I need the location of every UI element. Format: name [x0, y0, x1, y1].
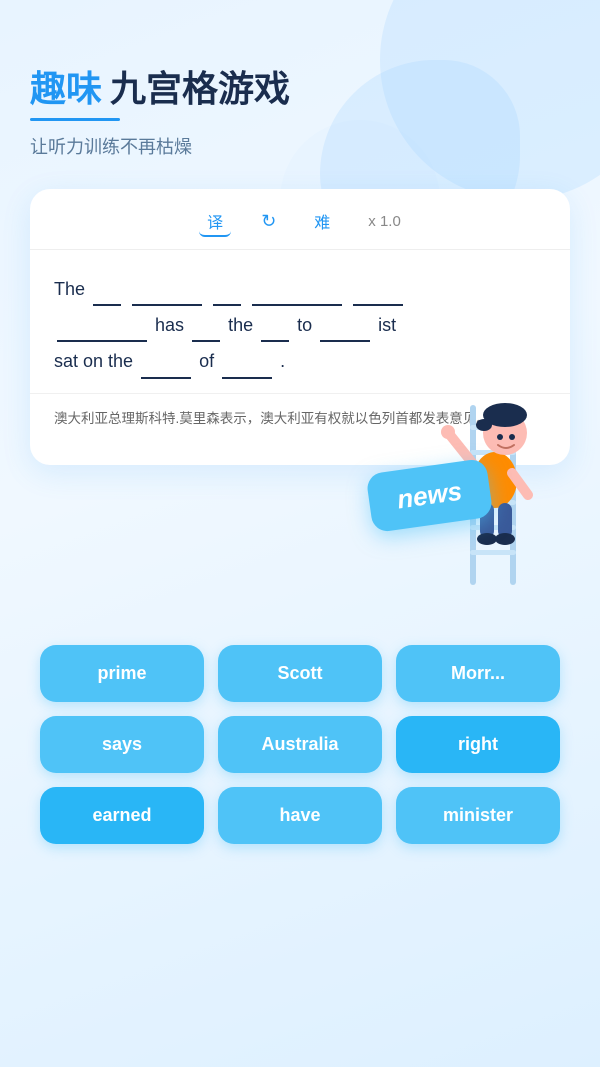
word-button-prime[interactable]: prime: [40, 645, 204, 702]
word-the2: the: [228, 315, 258, 335]
word-button-right[interactable]: right: [396, 716, 560, 773]
blank-8: [261, 306, 289, 342]
subtitle: 让听力训练不再枯燥: [30, 133, 570, 159]
word-of: of: [199, 351, 219, 371]
blank-2: [132, 270, 202, 306]
blank-10: [141, 342, 191, 378]
card-toolbar: 译 ↻ 难 x 1.0: [30, 189, 570, 237]
title-highlight: 趣味: [30, 60, 102, 112]
word-has: has: [155, 315, 189, 335]
translate-button[interactable]: 译: [199, 205, 231, 237]
blank-9: [320, 306, 370, 342]
word-button-earned[interactable]: earned: [40, 787, 204, 844]
word-button-have[interactable]: have: [218, 787, 382, 844]
blank-5: [353, 270, 403, 306]
blank-6: [57, 306, 147, 342]
blank-4: [252, 270, 342, 306]
main-card: 译 ↻ 难 x 1.0 The has the to ist sat: [30, 189, 570, 465]
speed-label[interactable]: x 1.0: [368, 213, 401, 230]
word-button-morr[interactable]: Morr...: [396, 645, 560, 702]
difficulty-button[interactable]: 难: [306, 205, 338, 237]
blank-7: [192, 306, 220, 342]
title-section: 趣味 九宫格游戏 让听力训练不再枯燥: [30, 60, 570, 159]
word-grid: prime Scott Morr... says Australia right…: [30, 645, 570, 844]
refresh-icon[interactable]: ↻: [261, 211, 276, 232]
word-button-says[interactable]: says: [40, 716, 204, 773]
word-sat: sat on the: [54, 351, 138, 371]
word-to: to: [297, 315, 312, 335]
blank-3: [213, 270, 241, 306]
word-button-australia[interactable]: Australia: [218, 716, 382, 773]
blank-11: [222, 342, 272, 378]
word-the: The: [54, 279, 90, 299]
word-ist: ist: [378, 315, 396, 335]
word-button-minister[interactable]: minister: [396, 787, 560, 844]
title-underline: [30, 118, 120, 121]
word-period: .: [280, 351, 285, 371]
word-button-scott[interactable]: Scott: [218, 645, 382, 702]
blank-1: [93, 270, 121, 306]
title-main: 九宫格游戏: [110, 60, 290, 112]
